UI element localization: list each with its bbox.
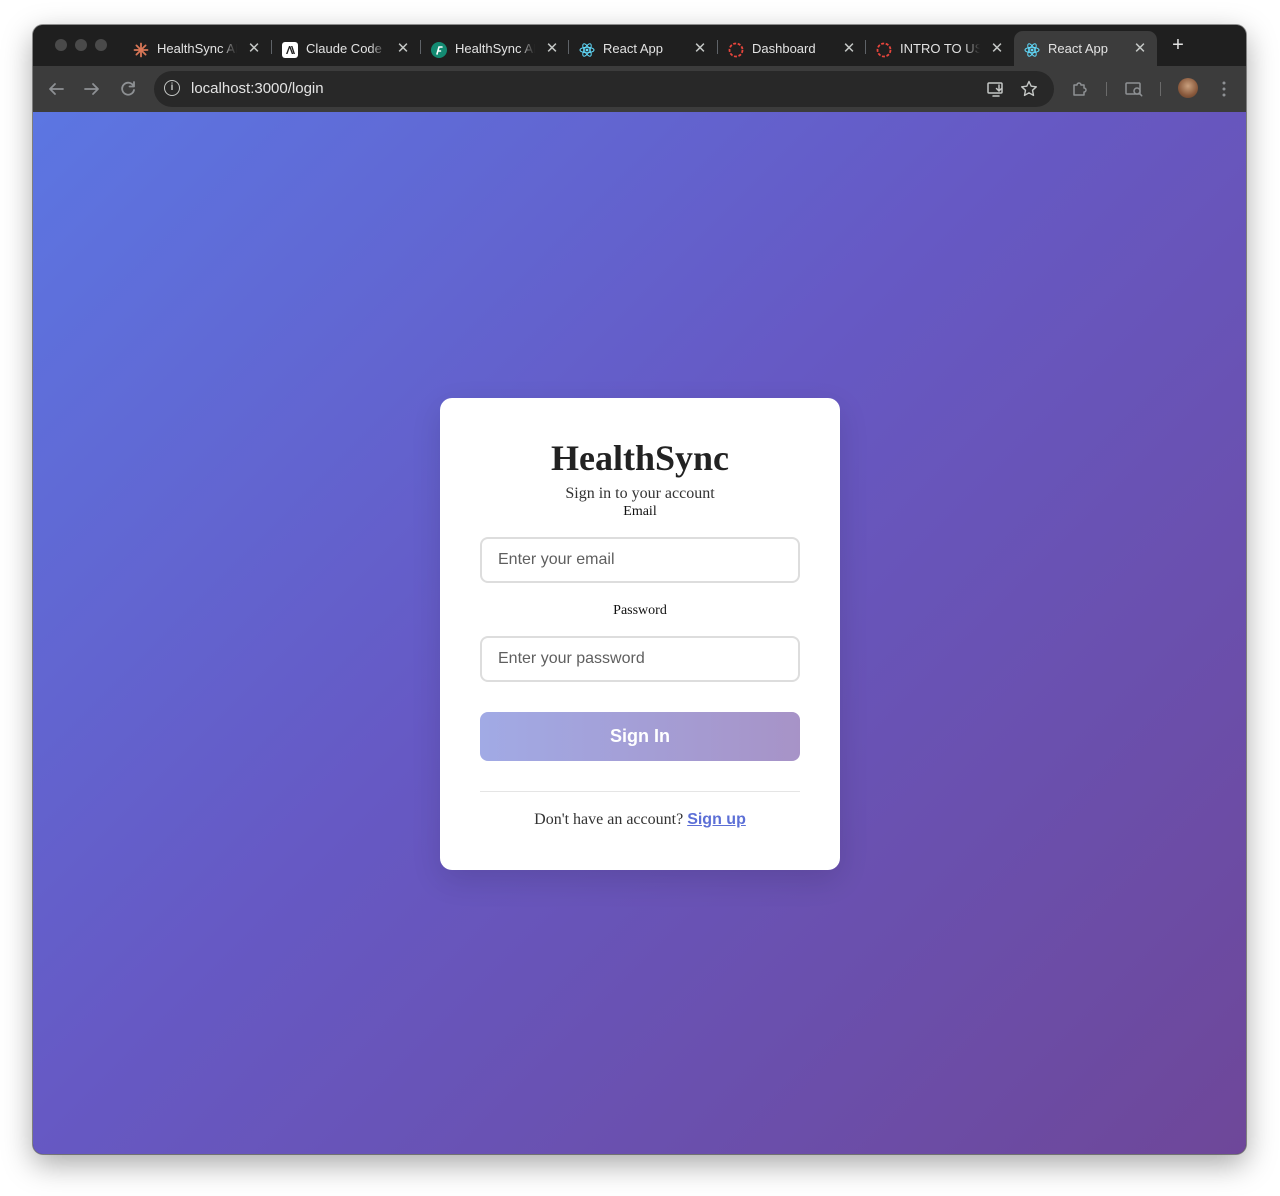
tab-title: Claude Code <box>306 41 382 56</box>
tab-search-icon[interactable] <box>1123 78 1145 100</box>
forward-arrow-icon[interactable] <box>80 77 104 101</box>
tab-title: INTRO TO US <box>900 41 980 56</box>
login-card: HealthSync Sign in to your account Email… <box>440 398 840 870</box>
more-menu-icon[interactable] <box>1213 78 1235 100</box>
tab-intro-to-us[interactable]: INTRO TO US ✕ <box>866 31 1014 66</box>
address-bar[interactable]: i localhost:3000/login <box>154 71 1054 107</box>
close-tab-icon[interactable]: ✕ <box>988 40 1006 58</box>
red-dashed-circle-icon <box>728 42 744 58</box>
anthropic-icon <box>282 42 298 58</box>
close-tab-icon[interactable]: ✕ <box>543 40 561 58</box>
close-window-button[interactable] <box>55 39 67 51</box>
maximize-window-button[interactable] <box>95 39 107 51</box>
site-info-icon[interactable]: i <box>164 80 180 96</box>
email-label: Email <box>623 504 657 519</box>
tab-healthsync-ai-2[interactable]: HealthSync AI ✕ <box>421 31 569 66</box>
install-app-icon[interactable] <box>986 79 1006 99</box>
red-dashed-circle-icon <box>876 42 892 58</box>
app-title: HealthSync <box>550 438 729 478</box>
reload-icon[interactable] <box>116 77 140 101</box>
sign-up-link[interactable]: Sign up <box>687 811 746 828</box>
close-tab-icon[interactable]: ✕ <box>691 40 709 58</box>
close-tab-icon[interactable]: ✕ <box>394 40 412 58</box>
tab-title: HealthSync AI <box>455 41 535 56</box>
login-subtitle: Sign in to your account <box>565 485 715 502</box>
tab-react-app-active[interactable]: React App ✕ <box>1014 31 1157 66</box>
email-field[interactable] <box>480 537 800 583</box>
tab-react-app[interactable]: React App ✕ <box>569 31 717 66</box>
new-tab-button[interactable]: + <box>1167 35 1189 57</box>
tab-strip: HealthSync AI ✕ Claude Code ✕ HealthSync… <box>33 25 1246 66</box>
react-icon <box>1024 43 1040 57</box>
browser-toolbar: i localhost:3000/login <box>33 66 1246 112</box>
tab-healthsync-ai[interactable]: HealthSync AI ✕ <box>123 31 271 66</box>
divider <box>480 791 800 792</box>
minimize-window-button[interactable] <box>75 39 87 51</box>
close-tab-icon[interactable]: ✕ <box>840 40 858 58</box>
close-tab-icon[interactable]: ✕ <box>1131 40 1149 58</box>
extensions-puzzle-icon[interactable] <box>1069 78 1091 100</box>
bookmark-star-icon[interactable] <box>1019 79 1039 99</box>
close-tab-icon[interactable]: ✕ <box>245 40 263 58</box>
tab-title: React App <box>603 41 663 56</box>
teal-f-icon <box>431 42 447 58</box>
password-field[interactable] <box>480 636 800 682</box>
password-label: Password <box>613 603 667 618</box>
toolbar-separator <box>1160 82 1161 96</box>
toolbar-separator <box>1106 82 1107 96</box>
signup-prompt: Don't have an account? <box>534 811 684 828</box>
tab-title: HealthSync AI <box>157 41 237 56</box>
url-text: localhost:3000/login <box>191 80 324 97</box>
claude-starburst-icon <box>133 42 149 58</box>
signup-row: Don't have an account? Sign up <box>440 810 840 830</box>
tab-title: React App <box>1048 41 1108 56</box>
tab-title: Dashboard <box>752 41 816 56</box>
react-icon <box>579 43 595 57</box>
back-arrow-icon[interactable] <box>44 77 68 101</box>
tab-dashboard[interactable]: Dashboard ✕ <box>718 31 866 66</box>
tab-claude-code[interactable]: Claude Code ✕ <box>272 31 420 66</box>
page-viewport: HealthSync Sign in to your account Email… <box>33 112 1246 1154</box>
sign-in-button[interactable]: Sign In <box>480 712 800 761</box>
browser-window: HealthSync AI ✕ Claude Code ✕ HealthSync… <box>33 25 1246 1154</box>
profile-avatar[interactable] <box>1178 78 1198 98</box>
